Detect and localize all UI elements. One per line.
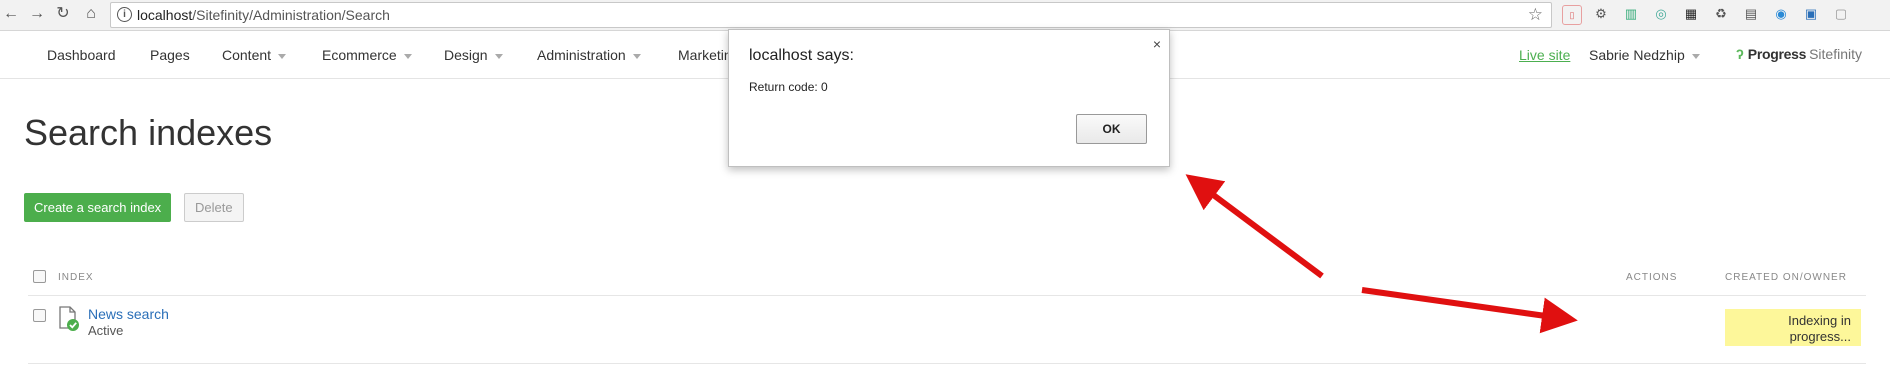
ok-button[interactable]: OK <box>1076 114 1147 144</box>
arrow-to-dialog <box>1185 174 1324 279</box>
alert-dialog: localhost says: × Return code: 0 OK <box>728 29 1170 167</box>
arrow-to-indexing-status <box>1361 287 1578 334</box>
dialog-message: Return code: 0 <box>749 80 828 94</box>
close-icon[interactable]: × <box>1153 36 1161 52</box>
dialog-title: localhost says: <box>749 47 854 64</box>
